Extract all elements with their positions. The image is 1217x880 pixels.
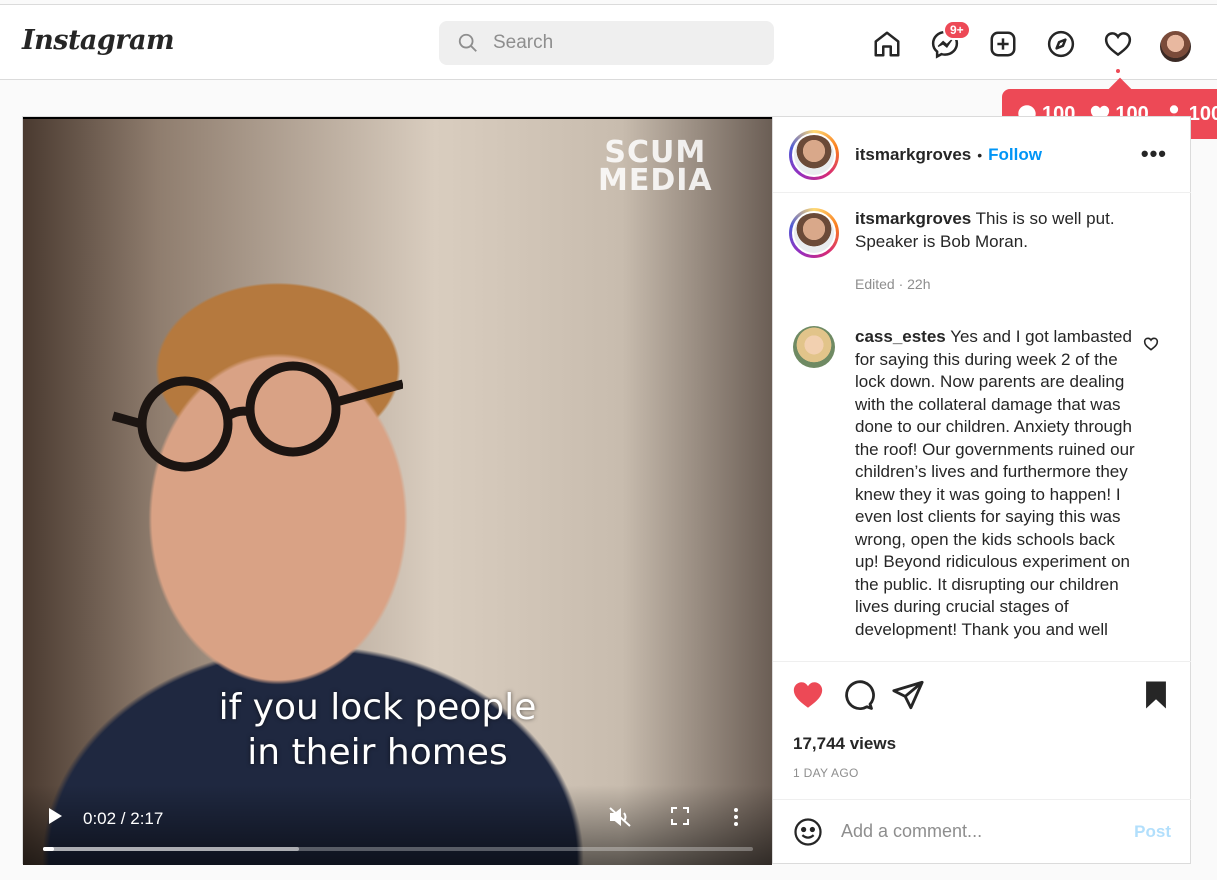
home-icon[interactable] <box>871 28 903 60</box>
search-icon <box>458 33 477 52</box>
comment-username[interactable]: cass_estes <box>855 327 946 346</box>
comment-avatar[interactable] <box>793 326 835 368</box>
post-actions: 17,744 views 1 DAY AGO <box>773 661 1191 799</box>
search-input[interactable] <box>493 32 753 54</box>
video-glasses-detail <box>111 361 403 472</box>
messenger-badge: 9+ <box>943 20 971 40</box>
author-username[interactable]: itsmarkgroves <box>855 145 971 165</box>
video-more-button[interactable] <box>733 807 739 832</box>
activity-heart-icon[interactable] <box>1102 28 1134 60</box>
messenger-icon[interactable]: 9+ <box>929 20 971 60</box>
view-count: 17,744 views <box>793 734 897 753</box>
comment-avatar[interactable] <box>789 208 839 258</box>
activity-dot <box>1116 69 1120 73</box>
share-icon[interactable] <box>891 678 925 712</box>
video-progress-bar[interactable] <box>43 847 753 851</box>
explore-icon[interactable] <box>1045 28 1077 60</box>
comment-body: cass_estes Yes and I got lambasted for s… <box>855 326 1135 641</box>
comment-input[interactable] <box>841 821 1121 842</box>
new-post-icon[interactable] <box>987 28 1019 60</box>
liked-heart-icon[interactable] <box>791 678 825 712</box>
comment-meta: Edited · 22h <box>855 276 931 292</box>
profile-avatar[interactable] <box>1160 31 1191 62</box>
saved-bookmark-icon[interactable] <box>1139 678 1173 712</box>
instagram-logo[interactable]: Instagram <box>22 25 175 56</box>
mute-button[interactable] <box>609 807 631 832</box>
video-caption-line-2: in their homes <box>247 732 508 773</box>
comment-username[interactable]: itsmarkgroves <box>855 209 971 228</box>
post-header: itsmarkgroves • Follow ••• <box>773 117 1191 193</box>
comment-icon[interactable] <box>841 678 875 712</box>
fullscreen-button[interactable] <box>671 807 689 830</box>
play-icon <box>49 808 62 824</box>
search-box[interactable] <box>439 21 774 65</box>
video-time: 0:02 / 2:17 <box>83 809 164 828</box>
top-navigation: Instagram 9+ <box>0 4 1217 80</box>
comment-item: cass_estes Yes and I got lambasted for s… <box>789 326 1179 641</box>
video-caption-line-1: if you lock people <box>218 687 537 728</box>
add-comment-bar: Post <box>773 799 1191 863</box>
post-side-panel: itsmarkgroves • Follow ••• itsmarkgroves… <box>772 117 1191 863</box>
author-avatar[interactable] <box>789 129 839 180</box>
post-dialog: SCUM MEDIA if you lock people in their h… <box>22 116 1191 865</box>
header-separator: • <box>977 146 983 163</box>
popup-followers-count: 100 <box>1188 102 1217 125</box>
play-button[interactable] <box>47 807 63 830</box>
follow-button[interactable]: Follow <box>988 145 1042 165</box>
post-timestamp[interactable]: 1 DAY AGO <box>793 766 859 780</box>
video-progress-fill <box>43 847 54 851</box>
video-player[interactable]: SCUM MEDIA if you lock people in their h… <box>23 117 772 865</box>
post-comment-button[interactable]: Post <box>1134 822 1171 842</box>
watermark-line-2: MEDIA <box>598 163 713 198</box>
comment-body: itsmarkgroves This is so well put. Speak… <box>855 208 1135 296</box>
muted-speaker-icon <box>609 807 631 827</box>
comment-text: Yes and I got lambasted for saying this … <box>855 327 1135 639</box>
video-buffered <box>43 847 299 851</box>
post-options-button[interactable]: ••• <box>1141 141 1167 167</box>
emoji-icon[interactable] <box>793 817 823 847</box>
vertical-dots-icon <box>734 808 738 826</box>
video-controls: 0:02 / 2:17 <box>23 785 772 865</box>
comment-like-icon[interactable] <box>1143 336 1159 352</box>
video-watermark: SCUM MEDIA <box>598 138 713 198</box>
caption-comment: itsmarkgroves This is so well put. Speak… <box>789 208 1179 296</box>
fullscreen-icon <box>671 807 689 825</box>
comments-list[interactable]: itsmarkgroves This is so well put. Speak… <box>773 194 1191 660</box>
